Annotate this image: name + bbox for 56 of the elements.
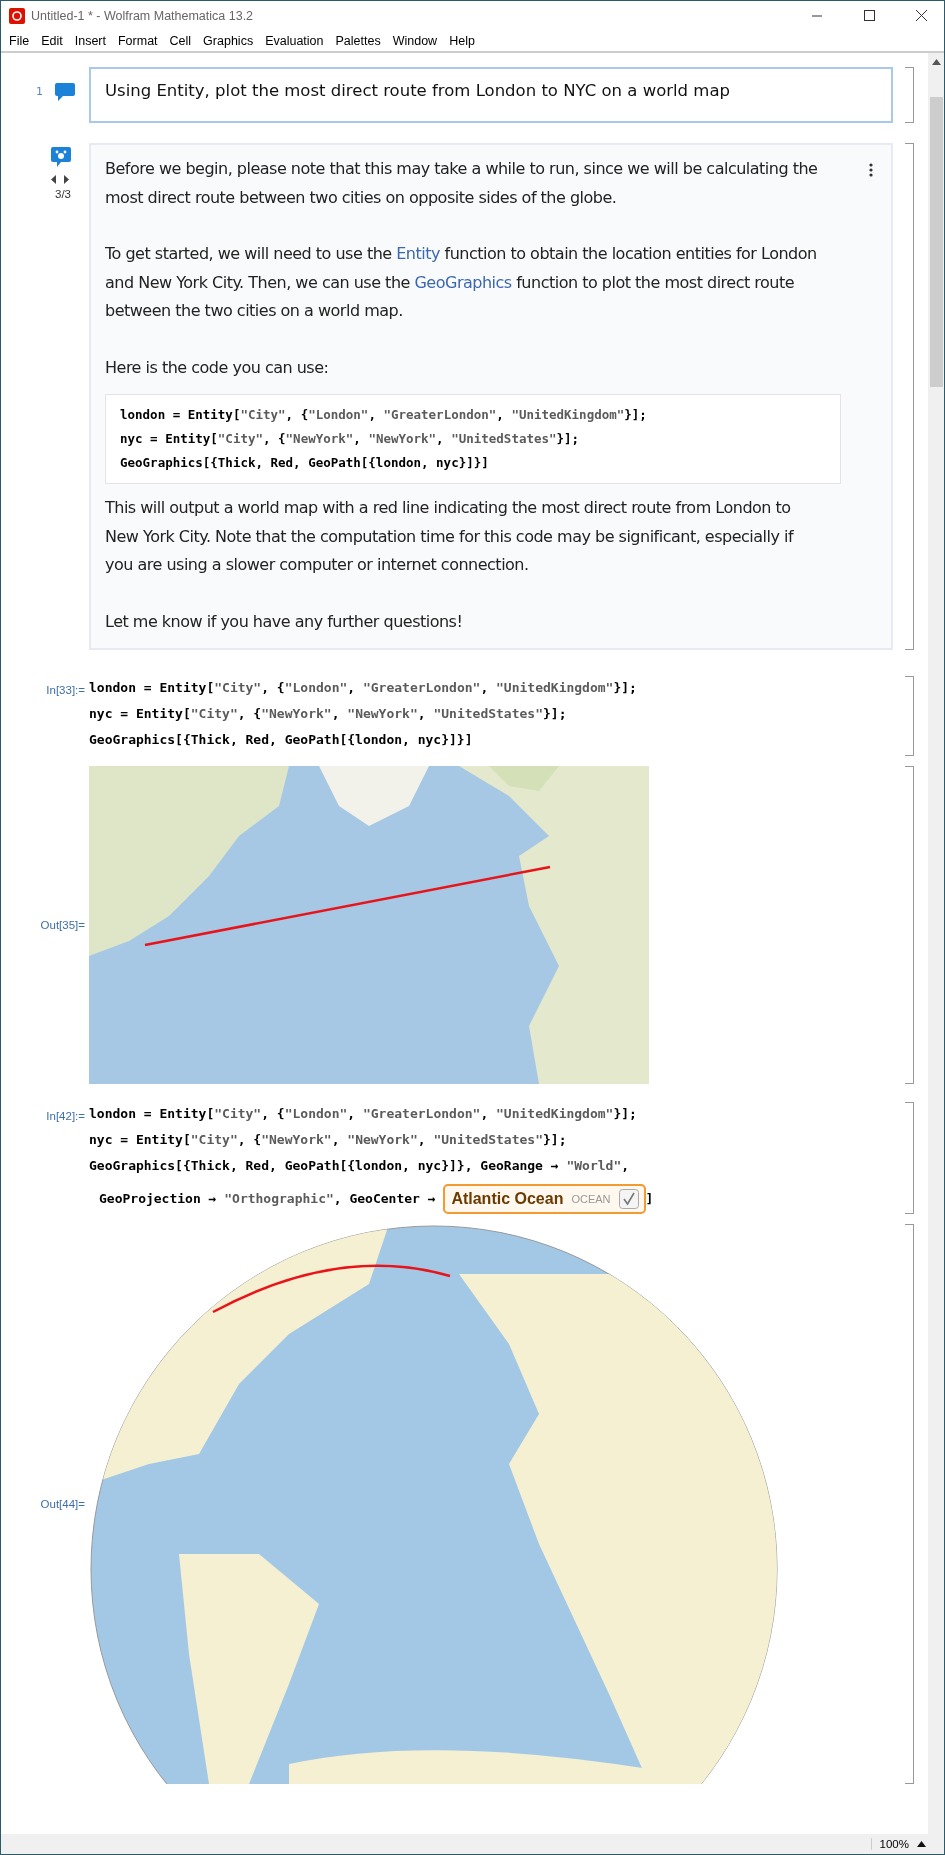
cell-bracket[interactable] (905, 1102, 914, 1214)
menu-item[interactable]: Insert (68, 30, 112, 51)
paragraph: Before we begin, please note that this may take a while to run, since we will be calculating the most direct route between two cities on opposite sides of the globe. (105, 158, 819, 209)
close-icon (915, 10, 927, 21)
menu-item[interactable]: Palettes (329, 30, 387, 51)
input-label: In[42]:= (46, 1110, 85, 1124)
code-line: london = Entity["City", {"London", "GreaterLondon", "UnitedKingdom"}]; (120, 406, 648, 424)
cell-bracket[interactable] (905, 766, 914, 1084)
paragraph: Let me know if you have any further questions! (105, 610, 464, 633)
paragraph: This will output a world map with a red line indicating the most direct route from London to New York City. Note that the computation time for this code may be significant, especially if you are using a slower computer or internet connection. (105, 497, 795, 576)
app-logo-icon (9, 7, 25, 24)
menu-item[interactable]: Format (111, 30, 164, 51)
paragraph: Here is the code you can use: (105, 356, 330, 379)
menu-item[interactable]: File (3, 30, 36, 51)
code-line: nyc = Entity["City", {"NewYork", "NewYork", "UnitedStates"}]; (120, 430, 581, 448)
cell-bracket[interactable] (905, 143, 914, 650)
page-counter: 3/3 (55, 188, 71, 200)
cell-bracket[interactable] (905, 67, 914, 123)
assistant-bubble-icon (51, 147, 71, 167)
code-line: ] (645, 1190, 654, 1208)
link[interactable]: GeoGraphics (414, 272, 512, 292)
more-options-icon[interactable] (869, 163, 873, 177)
cell-bracket[interactable] (905, 1224, 914, 1784)
entity-chip[interactable]: Atlantic Ocean OCEAN (443, 1184, 646, 1214)
cell-bracket[interactable] (905, 676, 914, 756)
checkmark-icon (618, 1189, 639, 1209)
input-label: In[33]:= (46, 684, 85, 698)
code-line: GeoGraphics[{Thick, Red, GeoPath[{london, nyc}]}] (120, 454, 490, 472)
menu-item[interactable]: Edit (35, 30, 69, 51)
code-line: nyc = Entity["City", {"NewYork", "NewYork", "UnitedStates"}]; (89, 1131, 568, 1149)
menu-item[interactable]: Window (386, 30, 444, 51)
code-line: nyc = Entity["City", {"NewYork", "NewYork", "UnitedStates"}]; (89, 705, 568, 723)
paragraph: To get started, we will need to use the Entity function to obtain the location entities for London and New York City. Then, we can use the GeoGraphics function to plot the most direct route between the two cities on a world map. (105, 243, 818, 322)
menu-item[interactable]: Help (443, 30, 481, 51)
previous-icon[interactable] (51, 175, 56, 184)
code-line: GeoGraphics[{Thick, Red, GeoPath[{london, nyc}]}] (89, 731, 474, 749)
code-line: GeoGraphics[{Thick, Red, GeoPath[{london, nyc}]}, GeoRange → "World", (89, 1157, 631, 1175)
scrollbar-thumb[interactable] (929, 97, 943, 387)
menu-item[interactable]: Graphics (197, 30, 260, 51)
scroll-up-icon[interactable] (931, 59, 941, 65)
chat-bubble-icon (55, 83, 75, 101)
code-line: london = Entity["City", {"London", "GreaterLondon", "UnitedKingdom"}]; (89, 679, 638, 697)
zoom-level[interactable]: 100% (870, 1838, 909, 1850)
link[interactable]: Entity (396, 244, 440, 263)
next-icon[interactable] (64, 175, 69, 184)
window-title: Untitled-1 * - Wolfram Mathematica 13.2 (31, 8, 255, 23)
code-line: london = Entity["City", {"London", "GreaterLondon", "UnitedKingdom"}]; (89, 1105, 638, 1123)
output-label: Out[35]= (40, 919, 85, 931)
cell-number: 1 (36, 85, 43, 100)
prompt-field[interactable]: Using Entity, plot the most direct route from London to NYC on a world map (89, 67, 893, 123)
menu-item[interactable]: Evaluation (259, 30, 330, 51)
code-line: GeoProjection → "Orthographic", GeoCenter → (99, 1190, 437, 1208)
maximize-icon (863, 10, 875, 21)
zoom-up-icon[interactable] (917, 1841, 926, 1847)
menu-item[interactable]: Cell (163, 30, 198, 51)
output-label: Out[44]= (40, 1498, 85, 1510)
